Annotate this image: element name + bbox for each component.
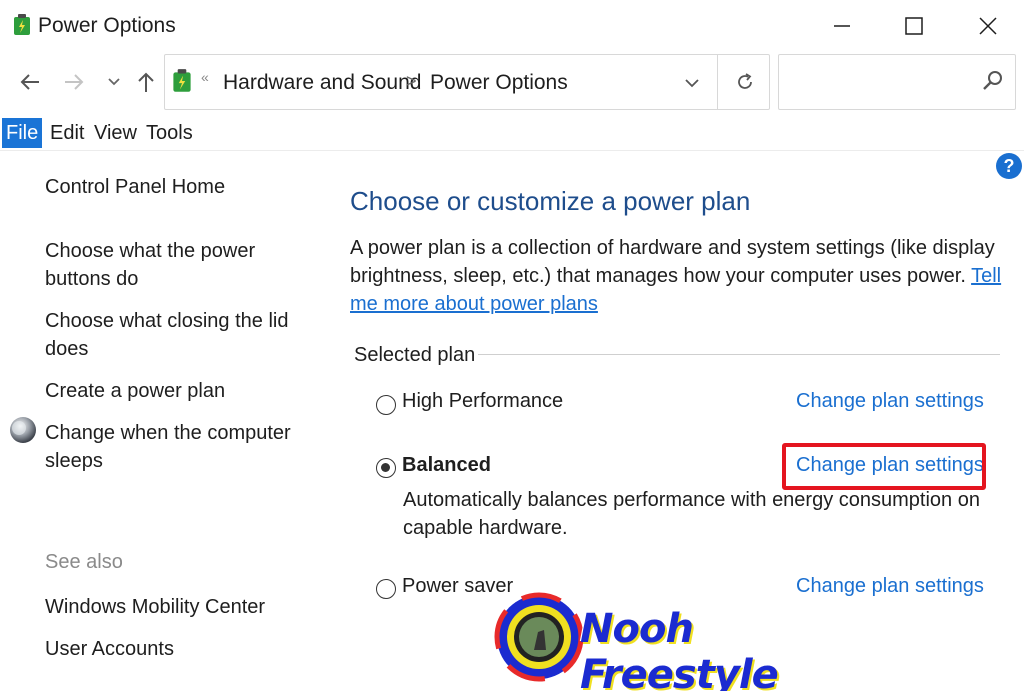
power-options-icon: [173, 69, 191, 92]
page-title: Choose or customize a power plan: [350, 186, 751, 216]
up-button[interactable]: [132, 66, 160, 98]
plan-name-balanced[interactable]: Balanced: [402, 454, 491, 477]
address-bar[interactable]: « Hardware and Sound > Power Options: [164, 54, 770, 110]
address-divider: [717, 55, 718, 109]
sidebar-item-user-accounts[interactable]: User Accounts: [45, 635, 305, 663]
search-icon: [983, 71, 1002, 90]
watermark-badge-icon: [494, 592, 584, 682]
refresh-icon: [738, 73, 752, 89]
up-arrow-icon: [138, 72, 154, 92]
menu-edit[interactable]: Edit: [46, 118, 88, 148]
back-button[interactable]: [12, 66, 48, 98]
close-icon: [979, 17, 997, 35]
watermark-logo: Nooh Freestyle: [494, 590, 824, 691]
window-title: Power Options: [38, 14, 176, 37]
plan-name-high-performance[interactable]: High Performance: [402, 390, 563, 413]
menu-file[interactable]: File: [2, 118, 43, 148]
refresh-button[interactable]: [727, 67, 763, 97]
section-divider: [478, 354, 1000, 355]
breadcrumb-power-options[interactable]: Power Options: [430, 71, 568, 95]
forward-button[interactable]: [56, 66, 92, 98]
radio-high-performance[interactable]: [376, 395, 396, 415]
sidebar-item-power-buttons[interactable]: Choose what the power buttons do: [45, 237, 305, 293]
description-text: A power plan is a collection of hardware…: [350, 237, 995, 287]
watermark-text: Nooh Freestyle: [580, 606, 779, 691]
highlight-annotation: [782, 443, 986, 490]
radio-balanced[interactable]: [376, 458, 396, 478]
minimize-icon: [834, 25, 850, 27]
menu-tools[interactable]: Tools: [142, 118, 197, 148]
shield-icon: [10, 417, 36, 443]
selected-plan-label: Selected plan: [354, 344, 476, 366]
chevron-down-icon: [108, 78, 120, 86]
back-arrow-icon: [20, 74, 39, 90]
navigation-bar: « Hardware and Sound > Power Options: [0, 52, 1024, 112]
address-dropdown-button[interactable]: [677, 69, 707, 97]
search-input[interactable]: [778, 54, 1016, 110]
sidebar-item-closing-lid[interactable]: Choose what closing the lid does: [45, 307, 305, 363]
recent-locations-button[interactable]: [100, 66, 128, 98]
maximize-button[interactable]: [878, 0, 950, 52]
sidebar-item-mobility-center[interactable]: Windows Mobility Center: [45, 593, 305, 621]
plan-description-balanced: Automatically balances performance with …: [403, 489, 980, 539]
chevron-down-icon: [685, 79, 699, 88]
sidebar-item-sleep[interactable]: Change when the computer sleeps: [45, 419, 305, 475]
breadcrumb-hardware-and-sound[interactable]: Hardware and Sound: [223, 71, 421, 95]
change-plan-settings-high-performance[interactable]: Change plan settings: [796, 390, 984, 413]
power-options-icon: [14, 14, 30, 35]
radio-power-saver[interactable]: [376, 579, 396, 599]
sidebar-item-control-panel-home[interactable]: Control Panel Home: [45, 173, 305, 201]
see-also-label: See also: [45, 551, 123, 573]
forward-arrow-icon: [65, 74, 84, 90]
sidebar: Control Panel Home Choose what the power…: [0, 151, 320, 691]
menu-bar: File Edit View Tools: [0, 116, 1024, 150]
change-plan-settings-power-saver[interactable]: Change plan settings: [796, 575, 984, 598]
menu-view[interactable]: View: [90, 118, 141, 148]
maximize-icon: [905, 17, 923, 35]
title-bar: Power Options: [0, 0, 1024, 52]
address-overflow-icon[interactable]: «: [201, 69, 209, 85]
help-icon[interactable]: ?: [996, 153, 1022, 179]
page-description: A power plan is a collection of hardware…: [350, 234, 1010, 318]
sidebar-item-create-plan[interactable]: Create a power plan: [45, 377, 305, 405]
breadcrumb-separator[interactable]: >: [406, 71, 417, 92]
minimize-button[interactable]: [806, 0, 878, 52]
close-button[interactable]: [952, 0, 1024, 52]
